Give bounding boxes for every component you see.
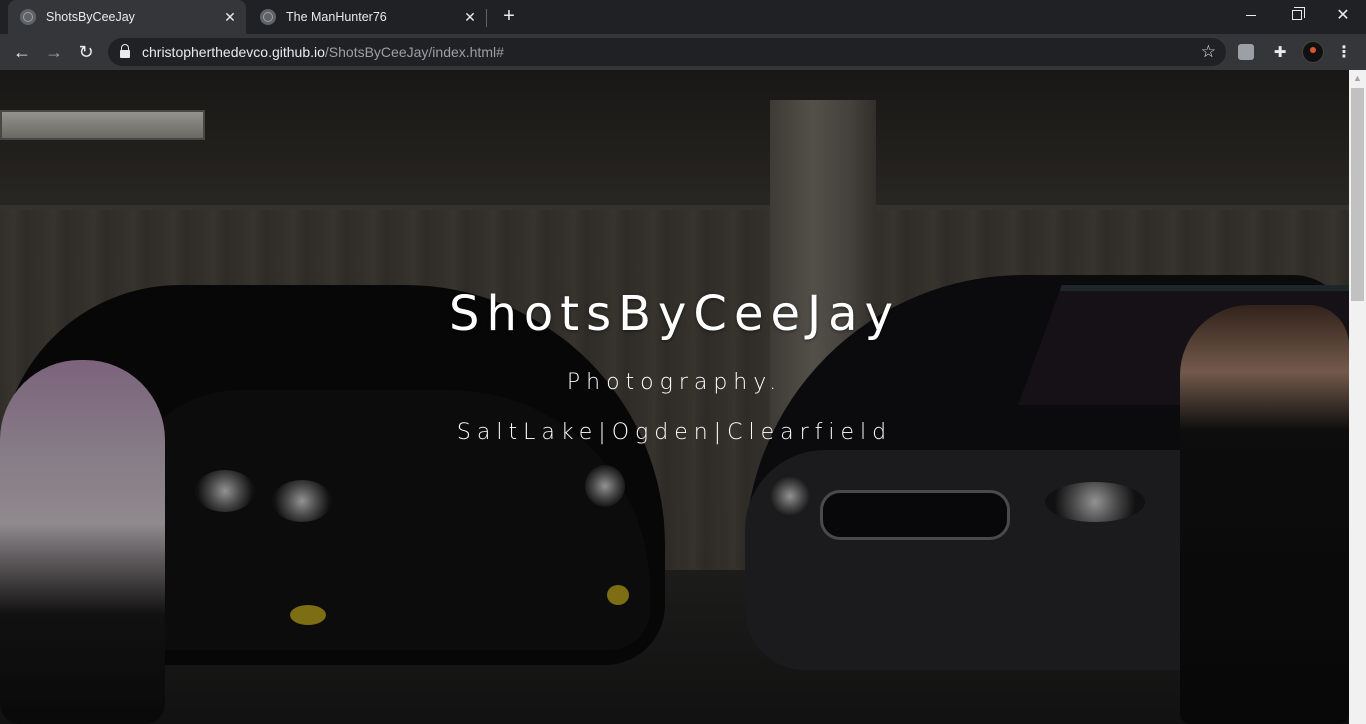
minimize-icon <box>1246 14 1256 16</box>
forward-button[interactable]: → <box>40 38 68 66</box>
url-host: christopherthedevco.github.io <box>142 44 325 60</box>
address-bar[interactable]: christopherthedevco.github.io/ShotsByCee… <box>108 38 1226 66</box>
back-button[interactable]: ← <box>8 38 36 66</box>
minimize-button[interactable] <box>1228 0 1274 30</box>
site-subtitle: Photography. <box>566 370 783 395</box>
close-window-button[interactable]: ✕ <box>1320 0 1366 30</box>
puzzle-icon[interactable]: ✚ <box>1270 42 1290 62</box>
restore-icon <box>1292 7 1305 20</box>
site-locations: SaltLake|Ogden|Clearfield <box>456 420 893 445</box>
scroll-up-arrow-icon[interactable]: ▲ <box>1349 70 1366 87</box>
page-viewport: ShotsByCeeJay Photography. SaltLake|Ogde… <box>0 70 1366 724</box>
tab-title: ShotsByCeeJay <box>46 10 135 24</box>
hero-text: ShotsByCeeJay Photography. SaltLake|Ogde… <box>0 70 1349 724</box>
tab-manhunter76[interactable]: The ManHunter76 ✕ <box>248 0 486 34</box>
tab-strip: ShotsByCeeJay ✕ The ManHunter76 ✕ + ✕ <box>0 0 1366 34</box>
lock-icon[interactable] <box>120 44 130 58</box>
new-tab-button[interactable]: + <box>497 5 521 29</box>
globe-icon <box>20 9 36 25</box>
hero-section: ShotsByCeeJay Photography. SaltLake|Ogde… <box>0 70 1349 724</box>
browser-toolbar: ← → ↻ christopherthedevco.github.io/Shot… <box>0 34 1366 70</box>
profile-avatar[interactable] <box>1302 41 1324 63</box>
vertical-scrollbar[interactable]: ▲ <box>1349 70 1366 724</box>
reload-button[interactable]: ↻ <box>72 38 100 66</box>
close-tab-icon[interactable]: ✕ <box>220 7 240 27</box>
scroll-thumb[interactable] <box>1351 88 1364 301</box>
globe-icon <box>260 9 276 25</box>
menu-dots-icon[interactable]: ⋮ <box>1334 42 1354 62</box>
tab-title: The ManHunter76 <box>286 10 387 24</box>
tab-separator <box>486 9 487 27</box>
restore-button[interactable] <box>1274 0 1320 30</box>
site-title: ShotsByCeeJay <box>449 286 900 342</box>
tab-shotsbyceejay[interactable]: ShotsByCeeJay ✕ <box>8 0 246 34</box>
close-tab-icon[interactable]: ✕ <box>460 7 480 27</box>
url-path: /ShotsByCeeJay/index.html# <box>324 44 504 60</box>
extension-icon[interactable] <box>1238 44 1254 60</box>
bookmark-star-icon[interactable]: ☆ <box>1201 42 1216 62</box>
